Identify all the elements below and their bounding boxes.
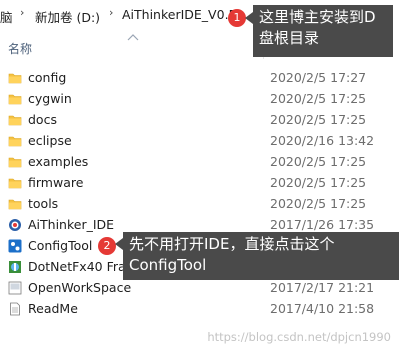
file-row[interactable]: firmware 2020/2/5 17:25 xyxy=(0,172,399,193)
file-modified-date: 2020/2/5 17:25 xyxy=(270,154,367,169)
shortcut-icon xyxy=(8,280,22,295)
file-modified-date: 2020/2/5 17:25 xyxy=(270,91,367,106)
file-name: AiThinker_IDE xyxy=(28,217,115,232)
file-name: cygwin xyxy=(28,91,72,106)
watermark: https://blog.csdn.net/dpjcn1990 xyxy=(207,330,391,344)
file-modified-date: 2017/1/26 17:35 xyxy=(270,217,375,232)
file-row[interactable]: ReadMe 2017/4/10 21:58 xyxy=(0,298,399,319)
breadcrumb-separator: › xyxy=(109,6,114,19)
app-icon xyxy=(8,217,22,231)
file-row[interactable]: config 2020/2/5 17:27 xyxy=(0,67,399,88)
column-name-header[interactable]: 名称 xyxy=(8,40,32,57)
file-modified-date: 2017/4/10 21:58 xyxy=(270,301,375,316)
text-file-icon xyxy=(8,301,22,316)
file-modified-date: 2020/2/5 17:25 xyxy=(270,112,367,127)
folder-icon xyxy=(8,133,22,147)
file-modified-date: 2020/2/5 17:27 xyxy=(270,70,367,85)
folder-icon xyxy=(8,196,22,210)
annotation-callout-2: 先不用打开IDE，直接点击这个ConfigTool xyxy=(115,232,399,280)
file-modified-date: 2020/2/5 17:25 xyxy=(270,175,367,190)
folder-icon xyxy=(8,112,22,126)
installer-icon xyxy=(8,259,22,273)
file-modified-date: 2017/2/17 21:21 xyxy=(270,280,375,295)
file-row[interactable]: cygwin 2020/2/5 17:25 xyxy=(0,88,399,109)
file-modified-date: 2020/2/16 13:42 xyxy=(270,133,375,148)
file-name: config xyxy=(28,70,67,85)
breadcrumb-separator: › xyxy=(20,6,25,19)
breadcrumb-item-folder[interactable]: AiThinkerIDE_V0.5 xyxy=(122,7,237,22)
file-row[interactable]: docs 2020/2/5 17:25 xyxy=(0,109,399,130)
annotation-callout-1: 这里博主安装到D盘根目录 xyxy=(245,5,393,57)
file-modified-date: 2020/2/5 17:25 xyxy=(270,196,367,211)
file-name: ReadMe xyxy=(28,301,78,316)
file-name: tools xyxy=(28,196,59,211)
annotation-badge-2: 2 xyxy=(98,237,116,255)
folder-icon xyxy=(8,91,22,105)
breadcrumb-item-drive[interactable]: 新加卷 (D:) xyxy=(35,7,100,26)
file-name: examples xyxy=(28,154,89,169)
annotation-badge-1: 1 xyxy=(228,9,246,27)
file-name: firmware xyxy=(28,175,84,190)
file-row[interactable]: tools 2020/2/5 17:25 xyxy=(0,193,399,214)
folder-icon xyxy=(8,154,22,168)
file-name: eclipse xyxy=(28,133,72,148)
sort-up-icon xyxy=(127,34,139,41)
folder-icon xyxy=(8,70,22,84)
file-row[interactable]: OpenWorkSpace 2017/2/17 21:21 xyxy=(0,277,399,298)
folder-icon xyxy=(8,175,22,189)
file-row[interactable]: eclipse 2020/2/16 13:42 xyxy=(0,130,399,151)
file-name: OpenWorkSpace xyxy=(28,280,132,295)
file-row[interactable]: examples 2020/2/5 17:25 xyxy=(0,151,399,172)
config-app-icon xyxy=(8,238,22,253)
file-name: docs xyxy=(28,112,57,127)
breadcrumb-item-computer[interactable]: 脑 xyxy=(0,7,13,26)
file-name: ConfigTool xyxy=(28,238,93,253)
